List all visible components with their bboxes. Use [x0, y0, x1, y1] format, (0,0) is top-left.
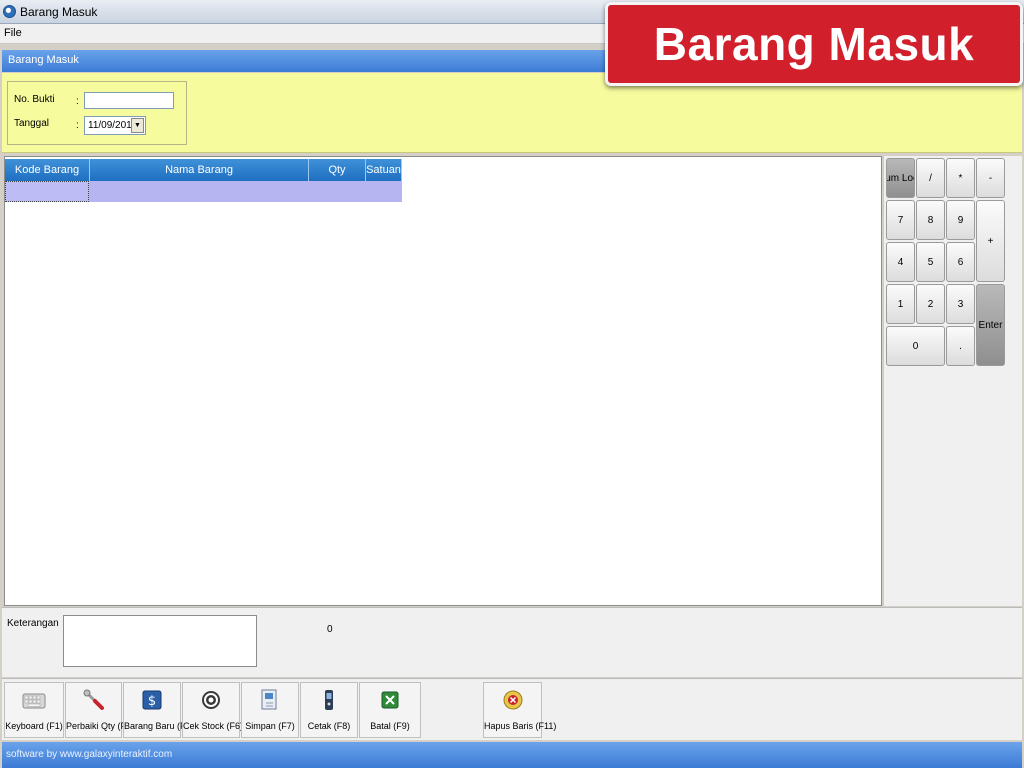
keterangan-label: Keterangan [7, 618, 59, 629]
no-bukti-input[interactable] [84, 92, 174, 109]
no-bukti-label: No. Bukti [14, 94, 55, 105]
batal-button-label: Batal (F9) [370, 721, 410, 731]
numeric-keypad: Num Lock / * - 7 8 9 + 4 5 6 1 2 3 Enter… [883, 156, 1022, 606]
delete-row-icon [501, 688, 525, 712]
cek-stock-button-label: Cek Stock (F6) [183, 721, 244, 731]
print-icon [317, 688, 341, 712]
no-bukti-colon: : [76, 96, 79, 107]
keyboard-button-label: Keyboard (F1) [5, 721, 63, 731]
app-icon [3, 5, 16, 18]
key-3[interactable]: 3 [946, 284, 975, 324]
stock-icon [199, 688, 223, 712]
key-7[interactable]: 7 [886, 200, 915, 240]
batal-button[interactable]: Batal (F9) [359, 682, 421, 738]
status-text: software by www.galaxyinteraktif.com [6, 749, 173, 760]
simpan-button[interactable]: Simpan (F7) [241, 682, 299, 738]
window-title: Barang Masuk [20, 5, 98, 19]
title-badge: Barang Masuk [605, 2, 1023, 86]
keterangan-area: Keterangan 0 [2, 607, 1022, 677]
grid-header: Kode Barang Nama Barang Qty Satuan [5, 159, 402, 181]
form-box: No. Bukti : Tanggal : 11/09/2013 ▼ [7, 81, 187, 145]
key-0[interactable]: 0 [886, 326, 945, 366]
simpan-button-label: Simpan (F7) [245, 721, 295, 731]
key-4[interactable]: 4 [886, 242, 915, 282]
key-minus[interactable]: - [976, 158, 1005, 198]
barang-baru-button-label: Barang Baru (F5) [124, 721, 194, 731]
items-grid[interactable]: Kode Barang Nama Barang Qty Satuan [4, 156, 882, 606]
key-1[interactable]: 1 [886, 284, 915, 324]
tanggal-label: Tanggal [14, 118, 50, 129]
section-title: Barang Masuk [8, 54, 79, 66]
chevron-down-icon[interactable]: ▼ [131, 118, 144, 133]
new-item-icon: $ [140, 688, 164, 712]
tools-icon [82, 688, 106, 712]
svg-text:$: $ [148, 694, 156, 709]
column-satuan[interactable]: Satuan [366, 159, 402, 181]
save-icon [258, 688, 282, 712]
key-2[interactable]: 2 [916, 284, 945, 324]
hapus-baris-button[interactable]: Hapus Baris (F11) [483, 682, 557, 738]
tanggal-value: 11/09/2013 [88, 120, 138, 131]
perbaiki-qty-button[interactable]: Perbaiki Qty (F3) [65, 682, 135, 738]
key-5[interactable]: 5 [916, 242, 945, 282]
bottom-toolbar: Keyboard (F1) Perbaiki Qty (F3) $ Barang… [2, 678, 1022, 740]
selected-cell[interactable] [5, 181, 89, 202]
cancel-icon [378, 688, 402, 712]
badge-text: Barang Masuk [653, 18, 975, 70]
column-qty[interactable]: Qty [309, 159, 366, 181]
key-enter[interactable]: Enter [976, 284, 1005, 366]
keterangan-input[interactable] [63, 615, 257, 667]
menu-file[interactable]: File [4, 27, 22, 39]
cek-stock-button[interactable]: Cek Stock (F6) [182, 682, 244, 738]
key-9[interactable]: 9 [946, 200, 975, 240]
status-bar: software by www.galaxyinteraktif.com [2, 742, 1022, 768]
key-divide[interactable]: / [916, 158, 945, 198]
perbaiki-qty-button-label: Perbaiki Qty (F3) [66, 721, 135, 731]
key-num-lock[interactable]: Num Lock [886, 158, 915, 198]
column-nama-barang[interactable]: Nama Barang [90, 159, 309, 181]
tanggal-date-picker[interactable]: 11/09/2013 ▼ [84, 116, 146, 135]
cetak-button[interactable]: Cetak (F8) [300, 682, 358, 738]
key-6[interactable]: 6 [946, 242, 975, 282]
table-row[interactable] [5, 181, 402, 202]
key-multiply[interactable]: * [946, 158, 975, 198]
barang-baru-button[interactable]: $ Barang Baru (F5) [123, 682, 194, 738]
key-8[interactable]: 8 [916, 200, 945, 240]
key-plus[interactable]: + [976, 200, 1005, 282]
hapus-baris-button-label: Hapus Baris (F11) [484, 721, 557, 731]
tanggal-colon: : [76, 120, 79, 131]
column-kode-barang[interactable]: Kode Barang [5, 159, 90, 181]
key-decimal[interactable]: . [946, 326, 975, 366]
keyboard-icon [22, 688, 46, 712]
keyboard-button[interactable]: Keyboard (F1) [4, 682, 64, 738]
total-value: 0 [327, 624, 333, 635]
cetak-button-label: Cetak (F8) [307, 721, 351, 731]
